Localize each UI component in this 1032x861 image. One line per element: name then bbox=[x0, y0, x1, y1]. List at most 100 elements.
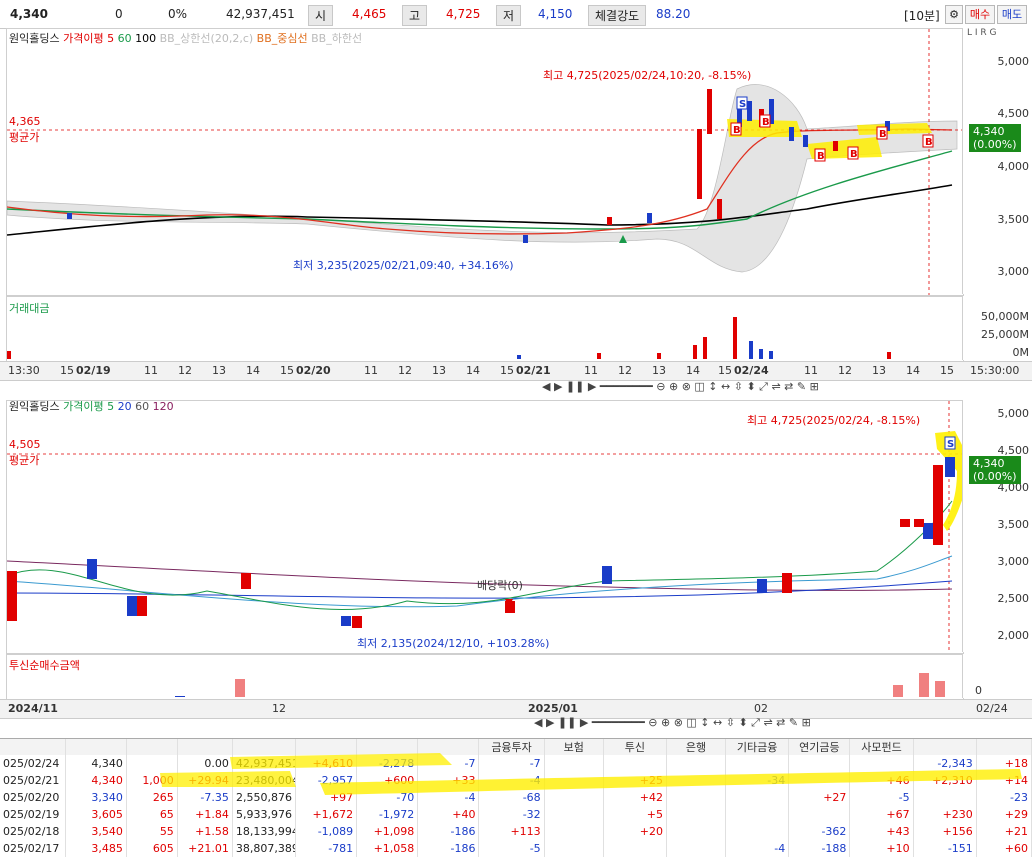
table-cell bbox=[544, 806, 604, 823]
settings-gear-icon[interactable]: ⚙ bbox=[945, 5, 963, 24]
bottom-chart-canvas: S bbox=[7, 401, 963, 653]
svg-text:B: B bbox=[817, 151, 825, 162]
table-cell: +20 bbox=[603, 823, 667, 840]
table-header-cell[interactable] bbox=[295, 739, 358, 755]
table-cell: +4,610 bbox=[295, 755, 358, 772]
y-tick: 3,500 bbox=[997, 518, 1030, 531]
intraday-price-chart[interactable]: 원익홀딩스 가격이평 5 60 100 BB_상한선(20,2,c) BB_중심… bbox=[6, 28, 964, 296]
table-row[interactable]: 025/02/18 3,540 55 +1.58 18,133,994 -1,089 +1,… bbox=[0, 823, 1032, 840]
table-header-cell[interactable] bbox=[356, 739, 419, 755]
y-tick: 2,500 bbox=[997, 592, 1030, 605]
table-cell: 265 bbox=[126, 789, 178, 806]
x-tick: 15 bbox=[280, 364, 294, 377]
table-header-cell[interactable] bbox=[126, 739, 178, 755]
table-cell: -70 bbox=[356, 789, 419, 806]
table-cell: 42,937,451 bbox=[232, 755, 297, 772]
y-tick: 4,500 bbox=[997, 107, 1030, 120]
table-cell bbox=[913, 789, 977, 806]
trust-net-buy-panel[interactable]: 투신순매수금액 bbox=[6, 654, 964, 700]
x-tick: 14 bbox=[466, 364, 480, 377]
chart-flags[interactable]: L I R G bbox=[967, 28, 996, 38]
table-cell: -2,278 bbox=[356, 755, 419, 772]
open-value: 4,465 bbox=[352, 7, 387, 21]
table-cell: 2,550,876 bbox=[232, 789, 297, 806]
table-cell: 23,480,004 bbox=[232, 772, 297, 789]
table-header-cell[interactable] bbox=[65, 739, 127, 755]
x-tick: 2025/01 bbox=[528, 702, 578, 715]
x-tick: 15:30:00 bbox=[970, 364, 1020, 377]
bottom-date-axis: 2024/11 12 2025/01 02 02/24 bbox=[0, 699, 1032, 719]
table-row[interactable]: 025/02/17 3,485 605 +21.01 38,807,389 -781 +1,… bbox=[0, 840, 1032, 857]
table-cell: +156 bbox=[913, 823, 977, 840]
table-cell: +1.58 bbox=[177, 823, 233, 840]
svg-text:S: S bbox=[947, 439, 954, 450]
interval-selector[interactable]: [10분] bbox=[904, 7, 940, 24]
table-header-cell[interactable]: 은행 bbox=[666, 739, 727, 755]
x-tick: 13 bbox=[212, 364, 226, 377]
table-cell: +230 bbox=[913, 806, 977, 823]
table-row[interactable]: 025/02/21 4,340 1,000 +29.94 23,480,004 -2,95… bbox=[0, 772, 1032, 789]
table-cell: 025/02/19 bbox=[0, 806, 66, 823]
table-cell: -362 bbox=[788, 823, 851, 840]
svg-text:B: B bbox=[762, 117, 770, 128]
sell-button[interactable]: 매도 bbox=[997, 5, 1027, 24]
table-header-cell[interactable]: 투신 bbox=[603, 739, 667, 755]
y-tick: 2,000 bbox=[997, 629, 1030, 642]
x-tick: 12 bbox=[272, 702, 286, 715]
table-row[interactable]: 025/02/20 3,340 265 -7.35 2,550,876 +97 -70 -4-… bbox=[0, 789, 1032, 806]
table-cell bbox=[725, 823, 790, 840]
investor-trading-table[interactable]: 금융투자 보험 투신 은행 기타금융 연기금등 사모펀드 025/02/24 4,340 0.0… bbox=[0, 738, 1032, 861]
table-header-cell[interactable]: 보험 bbox=[544, 739, 604, 755]
x-tick: 14 bbox=[906, 364, 920, 377]
table-cell: -2,343 bbox=[913, 755, 977, 772]
table-cell: -4 bbox=[478, 772, 545, 789]
table-cell: 025/02/24 bbox=[0, 755, 66, 772]
table-cell: 0.00 bbox=[177, 755, 233, 772]
table-header-cell[interactable] bbox=[177, 739, 233, 755]
table-cell: +40 bbox=[417, 806, 480, 823]
x-tick: 12 bbox=[398, 364, 412, 377]
trading-value-panel[interactable]: 거래대금 bbox=[6, 296, 964, 362]
table-cell: +1.84 bbox=[177, 806, 233, 823]
strength-label: 체결강도 bbox=[588, 5, 647, 26]
table-header-cell[interactable] bbox=[913, 739, 977, 755]
table-header-cell[interactable] bbox=[417, 739, 480, 755]
x-tick: 15 bbox=[940, 364, 954, 377]
x-tick: 02/21 bbox=[516, 364, 551, 377]
top-chart-canvas: S B B B B B B bbox=[7, 29, 963, 295]
table-header-cell[interactable]: 기타금융 bbox=[725, 739, 790, 755]
table-cell: +113 bbox=[478, 823, 545, 840]
table-cell: 025/02/18 bbox=[0, 823, 66, 840]
table-cell bbox=[666, 789, 727, 806]
table-cell bbox=[725, 755, 790, 772]
y-tick: 4,000 bbox=[997, 160, 1030, 173]
table-cell: 025/02/20 bbox=[0, 789, 66, 806]
daily-price-chart[interactable]: 원익홀딩스 가격이평 5 20 60 120 S 4,505 평균가 최고 4,… bbox=[6, 400, 964, 654]
table-header-cell[interactable]: 금융투자 bbox=[478, 739, 545, 755]
x-tick: 12 bbox=[838, 364, 852, 377]
buy-button[interactable]: 매수 bbox=[965, 5, 995, 24]
change-percent: 0% bbox=[168, 7, 188, 21]
table-cell: +1,672 bbox=[295, 806, 358, 823]
trust-y-axis: 0 bbox=[962, 654, 1032, 698]
bb-band bbox=[7, 84, 958, 273]
table-header-cell[interactable] bbox=[0, 739, 66, 755]
table-cell: 65 bbox=[126, 806, 178, 823]
table-header-cell[interactable]: 연기금등 bbox=[788, 739, 851, 755]
table-cell: +27 bbox=[788, 789, 851, 806]
top-time-axis: 13:30 15 02/19 11 12 13 14 15 02/20 11 1… bbox=[0, 361, 1032, 381]
table-cell: -186 bbox=[417, 823, 480, 840]
high-label: 고 bbox=[402, 5, 428, 26]
table-cell: 5,933,976 bbox=[232, 806, 297, 823]
table-header-cell[interactable] bbox=[232, 739, 297, 755]
table-header-cell[interactable] bbox=[976, 739, 1032, 755]
table-header-cell[interactable]: 사모펀드 bbox=[849, 739, 914, 755]
table-row[interactable]: 025/02/24 4,340 0.00 42,937,451 +4,610 -2,278… bbox=[0, 755, 1032, 772]
table-cell: +600 bbox=[356, 772, 419, 789]
top-chart-nav-controls[interactable]: ◀ ▶ ❚❚ ▶ ━━━━━━━━ ⊖ ⊕ ⊗ ◫ ↕ ↔ ⇳ ⬍ ⤢ ⇌ ⇄ … bbox=[542, 380, 819, 394]
y-tick: 25,000M bbox=[981, 328, 1029, 341]
table-row[interactable]: 025/02/19 3,605 65 +1.84 5,933,976 +1,672 -1,9… bbox=[0, 806, 1032, 823]
bottom-chart-nav-controls[interactable]: ◀ ▶ ❚❚ ▶ ━━━━━━━━ ⊖ ⊕ ⊗ ◫ ↕ ↔ ⇳ ⬍ ⤢ ⇌ ⇄ … bbox=[534, 716, 811, 730]
table-cell: 605 bbox=[126, 840, 178, 857]
x-tick: 02/19 bbox=[76, 364, 111, 377]
